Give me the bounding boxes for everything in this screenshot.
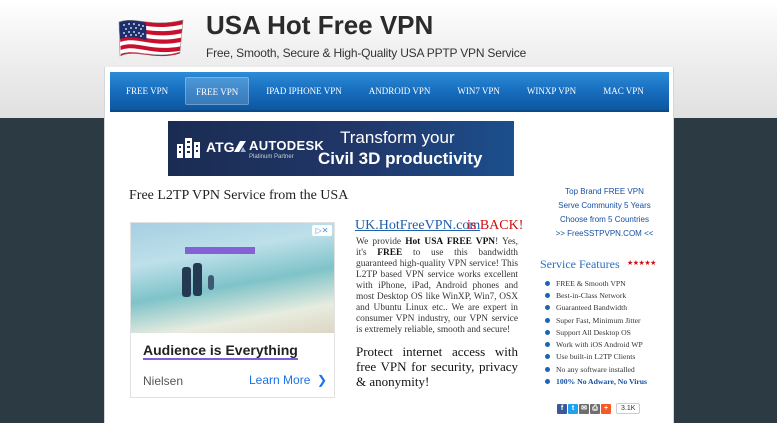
plus-icon[interactable]: + (601, 403, 611, 414)
nav-item-free-vpn-active[interactable]: FREE VPN (185, 77, 250, 105)
sidebar-promo-link[interactable]: >> FreeSSTPVPN.COM << (537, 229, 672, 238)
bullet-icon (545, 342, 550, 348)
site-tagline: Free, Smooth, Secure & High-Quality USA … (206, 46, 527, 60)
intro-bold-name: Hot USA FREE VPN (405, 237, 496, 247)
feature-label: Guaranteed Bandwidth (556, 303, 628, 313)
banner-headline-1: Transform your (340, 128, 455, 147)
feature-item: No any software installed (545, 363, 647, 375)
feature-label: FREE & Smooth VPN (556, 278, 626, 288)
main-navigation: FREE VPN FREE VPN IPAD IPHONE VPN ANDROI… (110, 72, 669, 112)
bullet-icon (545, 354, 550, 360)
bullet-icon (545, 305, 550, 311)
feature-label: Work with iOS Android WP (556, 340, 643, 350)
feature-item: Best-in-Class Network (545, 289, 647, 301)
usa-flag-logo[interactable] (116, 14, 186, 60)
feature-label: 100% No Adware, No Virus (556, 377, 648, 387)
feature-label: Support All Desktop OS (556, 327, 631, 337)
protect-statement: Protect internet access with free VPN fo… (356, 344, 518, 389)
nav-item-android-vpn[interactable]: ANDROID VPN (359, 77, 441, 105)
intro-bold-free: FREE (377, 248, 403, 258)
bullet-icon (545, 366, 550, 372)
feature-item: Work with iOS Android WP (545, 338, 647, 350)
ad-beach-photo (131, 223, 334, 333)
bullet-icon (545, 292, 550, 298)
ad-cta-label: Learn More (249, 373, 311, 387)
twitter-icon[interactable]: t (568, 403, 578, 414)
bullet-icon (545, 329, 550, 335)
banner-atg-logo: ATG (206, 139, 235, 155)
site-title[interactable]: USA Hot Free VPN (206, 10, 433, 41)
feature-item: Guaranteed Bandwidth (545, 302, 647, 314)
page-container: FREE VPN FREE VPN IPAD IPHONE VPN ANDROI… (104, 67, 674, 423)
feature-item: Support All Desktop OS (545, 326, 647, 338)
ad-runner-figure (193, 263, 202, 296)
adchoices-icon[interactable]: ▷✕ (312, 225, 332, 236)
nav-item-winxp-vpn[interactable]: WINXP VPN (517, 77, 586, 105)
print-icon[interactable]: ⎙ (590, 403, 600, 414)
feature-item: Super Fast, Minimum Jitter (545, 314, 647, 326)
page-heading: Free L2TP VPN Service from the USA (129, 188, 349, 203)
bullet-icon (545, 280, 550, 286)
autodesk-logo-icon (234, 141, 246, 152)
nav-item-win7-vpn[interactable]: WIN7 VPN (447, 77, 510, 105)
ad-runner-figure (208, 275, 214, 290)
banner-brand-sub: Platinum Partner (249, 154, 294, 160)
bullet-icon (545, 379, 550, 385)
features-list: FREE & Smooth VPN Best-in-Class Network … (545, 277, 647, 388)
sidebar-promo-line[interactable]: Top Brand FREE VPN (537, 187, 672, 196)
ad-brand: Nielsen (143, 374, 184, 388)
email-icon[interactable]: ✉ (579, 403, 589, 414)
banner-brand: AUTODESK (249, 138, 325, 153)
feature-item: 100% No Adware, No Virus (545, 375, 647, 387)
nav-item-mac-vpn[interactable]: MAC VPN (593, 77, 654, 105)
rating-stars: ★★★★★ (627, 259, 656, 267)
intro-paragraph: We provide Hot USA FREE VPN! Yes, it's F… (356, 237, 518, 336)
feature-label: Use built-in L2TP Clients (556, 352, 636, 362)
bullet-icon (545, 317, 550, 323)
sidebar-promo-line[interactable]: Choose from 5 Countries (537, 215, 672, 224)
nielsen-ad[interactable]: ▷✕ Audience is Everything Nielsen Learn … (130, 222, 335, 398)
intro-text-start: We provide (356, 237, 406, 247)
feature-item: Use built-in L2TP Clients (545, 351, 647, 363)
uk-site-back-label: is BACK! (467, 218, 524, 233)
ad-purple-bar (185, 247, 255, 254)
intro-text-rest: to use this bandwidth guaranteed high-qu… (356, 248, 518, 335)
uk-site-link[interactable]: UK.HotFreeVPN.com (355, 218, 480, 234)
autodesk-banner-ad[interactable]: ATG AUTODESK Platinum Partner Transform … (168, 121, 514, 176)
ad-title[interactable]: Audience is Everything (143, 342, 298, 360)
share-count-badge: 3.1K (616, 403, 641, 414)
feature-label: Best-in-Class Network (556, 290, 627, 300)
nav-item-free-vpn[interactable]: FREE VPN (116, 77, 178, 105)
feature-item: FREE & Smooth VPN (545, 277, 647, 289)
ad-learn-more-button[interactable]: Learn More ❯ (249, 373, 327, 387)
building-icon (177, 138, 200, 158)
nav-item-ipad-iphone-vpn[interactable]: IPAD IPHONE VPN (256, 77, 352, 105)
sidebar-promo-line[interactable]: Serve Community 5 Years (537, 201, 672, 210)
share-bar: f t ✉ ⎙ + 3.1K (557, 403, 641, 414)
banner-headline-2: Civil 3D productivity (318, 149, 483, 168)
facebook-icon[interactable]: f (557, 403, 567, 414)
service-features-heading: Service Features (540, 257, 620, 271)
feature-label: Super Fast, Minimum Jitter (556, 315, 641, 325)
ad-runner-figure (182, 267, 191, 297)
chevron-right-icon: ❯ (313, 373, 328, 387)
feature-label: No any software installed (556, 364, 635, 374)
